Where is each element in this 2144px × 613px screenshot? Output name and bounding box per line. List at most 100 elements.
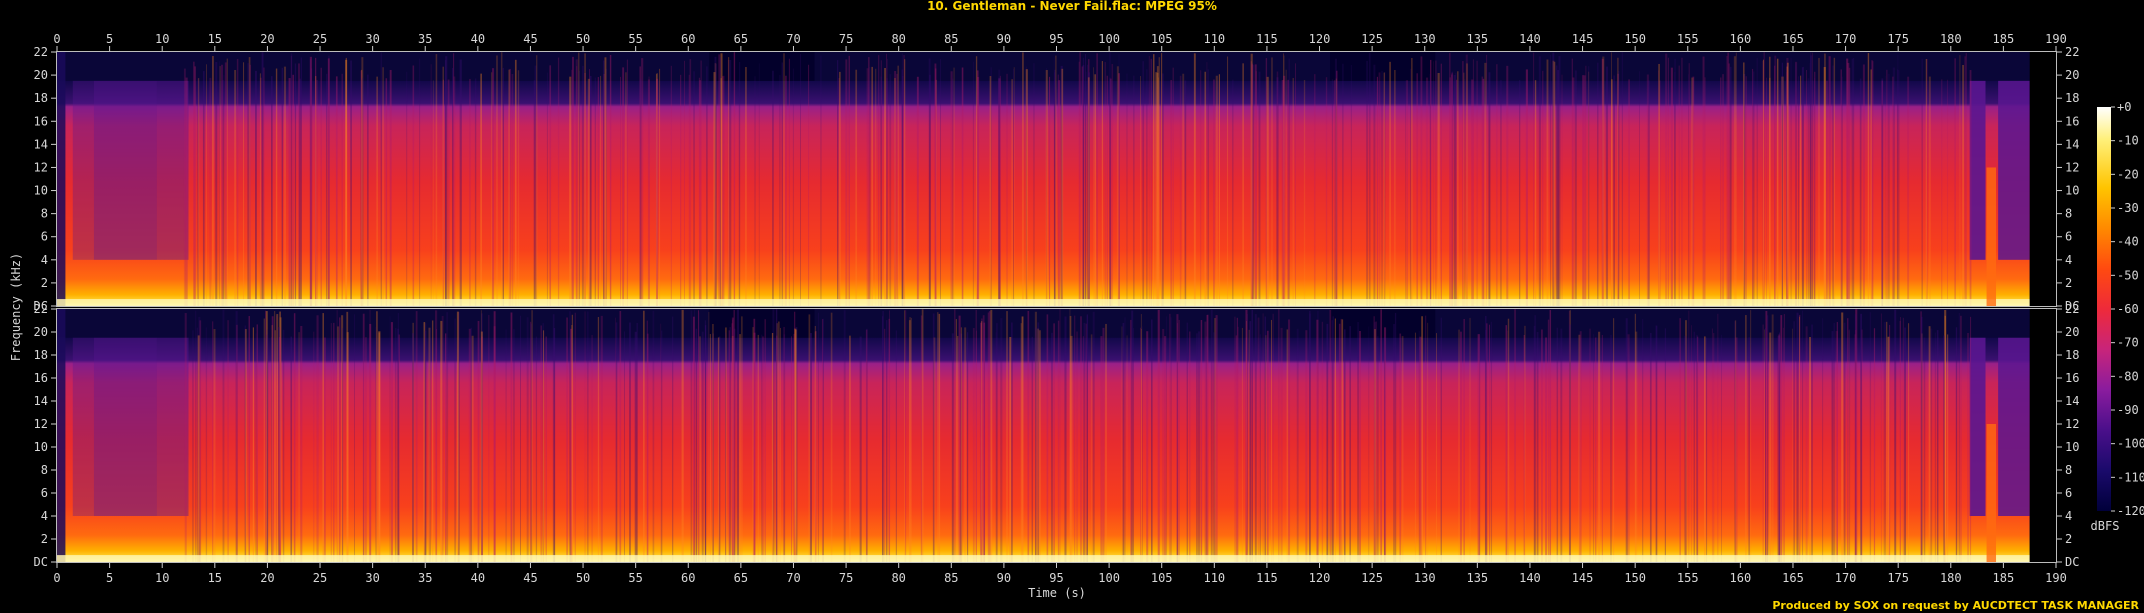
transient-streak — [698, 77, 701, 306]
transient-streak — [1416, 73, 1418, 306]
transient-streak — [194, 66, 197, 306]
transient-streak — [1057, 320, 1060, 562]
transient-streak — [783, 326, 785, 562]
transient-streak — [1556, 327, 1559, 562]
colorbar-tick-label: -90 — [2117, 403, 2139, 417]
transient-streak — [1265, 335, 1267, 562]
transient-streak — [1897, 55, 1899, 306]
x-tick-label: 155 — [1677, 32, 1699, 46]
transient-streak — [1782, 327, 1784, 562]
transient-streak — [880, 76, 883, 306]
transient-streak — [782, 53, 785, 306]
transient-streak — [1271, 57, 1273, 306]
transient-streak — [1276, 71, 1279, 306]
transient-streak — [535, 336, 538, 562]
y-tick-label: 14 — [2065, 137, 2079, 151]
transient-streak — [646, 320, 648, 562]
transient-streak — [1639, 71, 1640, 306]
transient-streak — [1292, 77, 1294, 306]
transient-streak — [587, 78, 590, 306]
transient-streak — [406, 71, 408, 306]
transient-streak — [904, 310, 905, 562]
y-tick-label: 6 — [41, 230, 48, 244]
transient-streak — [1769, 332, 1772, 562]
transient-streak — [1947, 334, 1949, 562]
transient-streak — [1795, 63, 1797, 306]
transient-streak — [1762, 324, 1764, 562]
transient-streak — [1394, 312, 1397, 562]
transient-streak — [1459, 331, 1462, 562]
transient-streak — [1329, 309, 1332, 562]
transient-streak — [1831, 331, 1834, 562]
transient-streak — [398, 334, 400, 562]
transient-streak — [382, 67, 384, 306]
transient-streak — [1613, 318, 1615, 562]
x-tick-label: 0 — [53, 571, 60, 585]
transient-streak — [480, 73, 482, 306]
transient-streak — [741, 316, 743, 562]
transient-streak — [1869, 312, 1872, 562]
x-axis-top: 0 5 10 15 20 25 30 35 40 45 50 55 60 65 70 75 80 85 90 95 10… — [53, 32, 2067, 51]
transient-streak — [706, 66, 708, 306]
transient-streak — [346, 311, 349, 562]
y-tick-label: 2 — [41, 532, 48, 546]
transient-streak — [1538, 56, 1541, 306]
transient-streak — [904, 59, 906, 306]
transient-streak — [1342, 63, 1344, 306]
transient-streak — [639, 78, 642, 306]
transient-streak — [1826, 80, 1828, 306]
transient-streak — [700, 60, 702, 306]
transient-streak — [505, 329, 507, 562]
transient-streak — [762, 336, 764, 562]
x-tick-label: 5 — [106, 571, 113, 585]
transient-streak — [1936, 330, 1939, 562]
x-tick-label: 120 — [1309, 32, 1331, 46]
transient-streak — [830, 312, 833, 562]
transient-streak — [1867, 53, 1870, 306]
x-tick-label: 130 — [1414, 571, 1436, 585]
transient-streak — [729, 59, 732, 306]
transient-streak — [1111, 64, 1114, 306]
transient-streak — [1058, 80, 1061, 306]
transient-streak — [1843, 322, 1846, 562]
transient-streak — [1272, 313, 1274, 562]
transient-streak — [615, 317, 616, 562]
transient-streak — [589, 75, 592, 306]
transient-streak — [514, 59, 517, 306]
transient-streak — [350, 60, 352, 306]
transient-streak — [1357, 321, 1359, 562]
transient-streak — [543, 330, 545, 562]
transient-streak — [584, 311, 586, 562]
transient-streak — [1802, 310, 1804, 562]
transient-streak — [1321, 321, 1324, 562]
x-tick-label: 40 — [471, 32, 485, 46]
transient-streak — [1490, 321, 1493, 562]
transient-streak — [1309, 310, 1311, 562]
transient-streak — [1080, 316, 1082, 562]
transient-streak — [1096, 53, 1098, 306]
transient-streak — [1801, 67, 1804, 306]
transient-streak — [376, 76, 378, 306]
transient-streak — [1215, 315, 1218, 562]
transient-streak — [1717, 313, 1719, 562]
transient-streak — [1081, 66, 1084, 306]
transient-streak — [1146, 331, 1149, 562]
colorbar-tick-label: -20 — [2117, 167, 2139, 181]
transient-streak — [1101, 61, 1103, 306]
transient-streak — [1780, 315, 1783, 562]
transient-streak — [620, 76, 621, 306]
transient-streak — [1745, 315, 1747, 562]
transient-streak — [990, 309, 993, 562]
transient-streak — [1505, 325, 1508, 562]
x-tick-label: 10 — [155, 571, 169, 585]
x-axis-label: Time (s) — [1028, 586, 1086, 600]
transient-streak — [808, 314, 811, 562]
x-tick-label: 170 — [1835, 571, 1857, 585]
transient-streak — [1533, 52, 1535, 306]
transient-streak — [255, 333, 257, 562]
transient-streak — [1597, 62, 1599, 306]
transient-streak — [1847, 62, 1850, 306]
transient-streak — [1771, 314, 1774, 562]
x-tick-label: 45 — [523, 571, 537, 585]
transient-streak — [1359, 331, 1361, 562]
